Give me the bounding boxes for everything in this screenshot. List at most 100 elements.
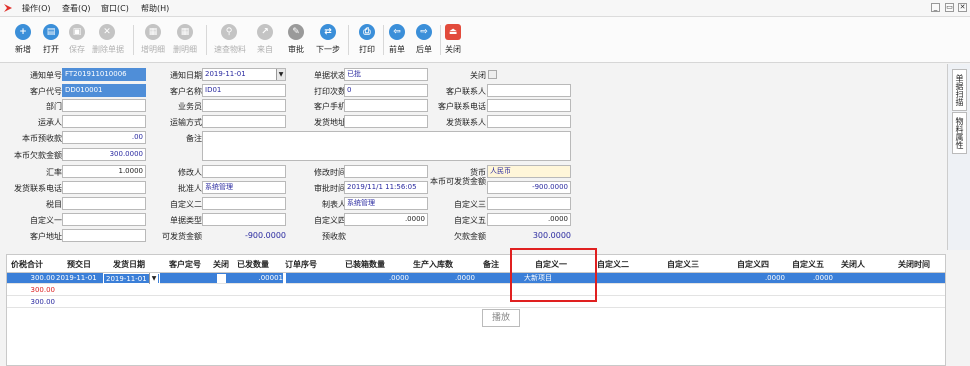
shippable-amount-value: -900.0000 bbox=[244, 231, 286, 240]
rate-field[interactable]: 1.0000 bbox=[62, 165, 146, 178]
cell-order-seq[interactable] bbox=[283, 273, 286, 284]
next-step-icon: ⇄ bbox=[320, 24, 336, 40]
ship-contact-phone-field[interactable] bbox=[62, 181, 146, 194]
chevron-down-icon[interactable]: ▼ bbox=[276, 69, 285, 80]
base-owed-field[interactable]: 300.0000 bbox=[62, 148, 146, 161]
delete-detail-label: 删明细 bbox=[173, 45, 197, 54]
next-doc-button[interactable]: ⇨ 后单 bbox=[409, 24, 439, 60]
remark-field[interactable] bbox=[202, 131, 571, 161]
delete-detail-button[interactable]: ▦ 删明细 bbox=[170, 24, 200, 60]
maker-field[interactable]: 系统管理 bbox=[344, 197, 428, 210]
prev-doc-button[interactable]: ⇦ 前单 bbox=[382, 24, 412, 60]
table-row[interactable]: 300.00 2019-11-01 2019-11-01 ▼ .00001 .0… bbox=[7, 273, 945, 284]
modifier-field[interactable] bbox=[202, 165, 286, 178]
tab-material-attr[interactable]: 物料属性 bbox=[952, 112, 967, 154]
col-header[interactable]: 关闭人 bbox=[841, 259, 865, 270]
menu-operate[interactable]: 操作(O) bbox=[22, 3, 51, 14]
tax-field[interactable] bbox=[62, 197, 146, 210]
custom4-field[interactable]: .0000 bbox=[344, 213, 428, 226]
close-checkbox[interactable] bbox=[217, 274, 226, 283]
cell-custom4[interactable]: .0000 bbox=[727, 273, 785, 284]
approve-label: 审批 bbox=[288, 45, 304, 54]
custom1-field[interactable] bbox=[62, 213, 146, 226]
table-row[interactable]: 300.00 bbox=[7, 297, 945, 308]
delete-doc-button[interactable]: ✕ 删除单据 bbox=[92, 24, 124, 60]
minimize-icon[interactable]: _ bbox=[931, 3, 940, 12]
window-close-icon[interactable]: ✕ bbox=[958, 3, 967, 12]
chevron-down-icon[interactable]: ▼ bbox=[149, 273, 158, 284]
col-header[interactable]: 价税合计 bbox=[11, 259, 43, 270]
custom3-field[interactable] bbox=[487, 197, 571, 210]
doc-status-field[interactable]: 已批 bbox=[344, 68, 428, 81]
col-header[interactable]: 客户定号 bbox=[169, 259, 201, 270]
col-header[interactable]: 已装箱数量 bbox=[345, 259, 385, 270]
from-button[interactable]: ↗ 来自 bbox=[250, 24, 280, 60]
add-button[interactable]: + 新增 bbox=[8, 24, 38, 60]
notice-date-field[interactable]: 2019-11-01 bbox=[202, 68, 286, 81]
next-step-button[interactable]: ⇄ 下一步 bbox=[313, 24, 343, 60]
customer-address-field[interactable] bbox=[62, 229, 146, 242]
cell-due-date[interactable]: 2019-11-01 bbox=[56, 273, 102, 284]
col-header[interactable]: 自定义四 bbox=[737, 259, 769, 270]
restore-icon[interactable]: ▭ bbox=[945, 3, 954, 12]
menu-window[interactable]: 窗口(C) bbox=[101, 3, 129, 14]
dept-field[interactable] bbox=[62, 99, 146, 112]
col-header[interactable]: 自定义三 bbox=[667, 259, 699, 270]
table-row[interactable]: 300.00 bbox=[7, 285, 945, 296]
cell-total[interactable]: 300.00 bbox=[9, 297, 56, 308]
dept-label: 部门 bbox=[46, 102, 62, 111]
col-header[interactable]: 备注 bbox=[483, 259, 499, 270]
ship-address-field[interactable] bbox=[344, 115, 428, 128]
notice-no-field[interactable]: FT201911010006 bbox=[62, 68, 146, 81]
approve-time-label: 审批时间 bbox=[314, 184, 346, 193]
customer-code-field[interactable]: DD010001 bbox=[62, 84, 146, 97]
base-prepaid-field[interactable]: .00 bbox=[62, 131, 146, 144]
col-header[interactable]: 自定义二 bbox=[597, 259, 629, 270]
col-header[interactable]: 已发数量 bbox=[237, 259, 269, 270]
cell-total[interactable]: 300.00 bbox=[9, 285, 56, 296]
col-header[interactable]: 发货日期 bbox=[113, 259, 145, 270]
currency-field[interactable]: 人民币 bbox=[487, 165, 571, 178]
add-detail-button[interactable]: ▦ 增明细 bbox=[138, 24, 168, 60]
print-count-field[interactable]: 0 bbox=[344, 84, 428, 97]
col-header[interactable]: 自定义五 bbox=[792, 259, 824, 270]
carrier-field[interactable] bbox=[62, 115, 146, 128]
customer-contact-field[interactable] bbox=[487, 84, 571, 97]
close-button[interactable]: ⏏ 关闭 bbox=[438, 24, 468, 60]
transport-field[interactable] bbox=[202, 115, 286, 128]
custom2-field[interactable] bbox=[202, 197, 286, 210]
modify-time-field[interactable] bbox=[344, 165, 428, 178]
cell-packed-qty[interactable]: .0000 bbox=[347, 273, 409, 284]
cell-produced-qty[interactable]: .0000 bbox=[413, 273, 475, 284]
menu-view[interactable]: 查看(Q) bbox=[62, 3, 91, 14]
ship-contact-field[interactable] bbox=[487, 115, 571, 128]
col-header[interactable]: 预交日 bbox=[67, 259, 91, 270]
cell-total[interactable]: 300.00 bbox=[9, 273, 56, 284]
menu-help[interactable]: 帮助(H) bbox=[141, 3, 169, 14]
doc-type-field[interactable] bbox=[202, 213, 286, 226]
doc-type-label: 单据类型 bbox=[170, 216, 202, 225]
approve-button[interactable]: ✎ 审批 bbox=[281, 24, 311, 60]
closed-checkbox[interactable] bbox=[488, 70, 497, 79]
cell-custom5[interactable]: .0000 bbox=[787, 273, 833, 284]
quick-search-button[interactable]: ⚲ 速查物料 bbox=[214, 24, 246, 60]
notice-no-label: 通知单号 bbox=[30, 71, 62, 80]
col-header[interactable]: 订单序号 bbox=[285, 259, 317, 270]
col-header[interactable]: 生产入库数 bbox=[413, 259, 453, 270]
custom5-field[interactable]: .0000 bbox=[487, 213, 571, 226]
rate-label: 汇率 bbox=[46, 168, 62, 177]
col-header[interactable]: 关闭时间 bbox=[898, 259, 930, 270]
base-shippable-field[interactable]: -900.0000 bbox=[487, 181, 571, 194]
print-button[interactable]: ⎙ 打印 bbox=[352, 24, 382, 60]
salesman-field[interactable] bbox=[202, 99, 286, 112]
customer-name-field[interactable]: ID01 bbox=[202, 84, 286, 97]
approver-field[interactable]: 系统管理 bbox=[202, 181, 286, 194]
customer-phone-field[interactable] bbox=[344, 99, 428, 112]
col-header[interactable]: 关闭 bbox=[213, 259, 229, 270]
tab-doc-scan[interactable]: 单据扫描 bbox=[952, 69, 967, 111]
cell-shipped-qty[interactable]: .00001 bbox=[237, 273, 284, 284]
approve-time-field[interactable]: 2019/11/1 11:56:05 bbox=[344, 181, 428, 194]
base-prepaid-label: 本币预收款 bbox=[22, 134, 62, 143]
customer-contact-phone-field[interactable] bbox=[487, 99, 571, 112]
save-button[interactable]: ▣ 保存 bbox=[62, 24, 92, 60]
